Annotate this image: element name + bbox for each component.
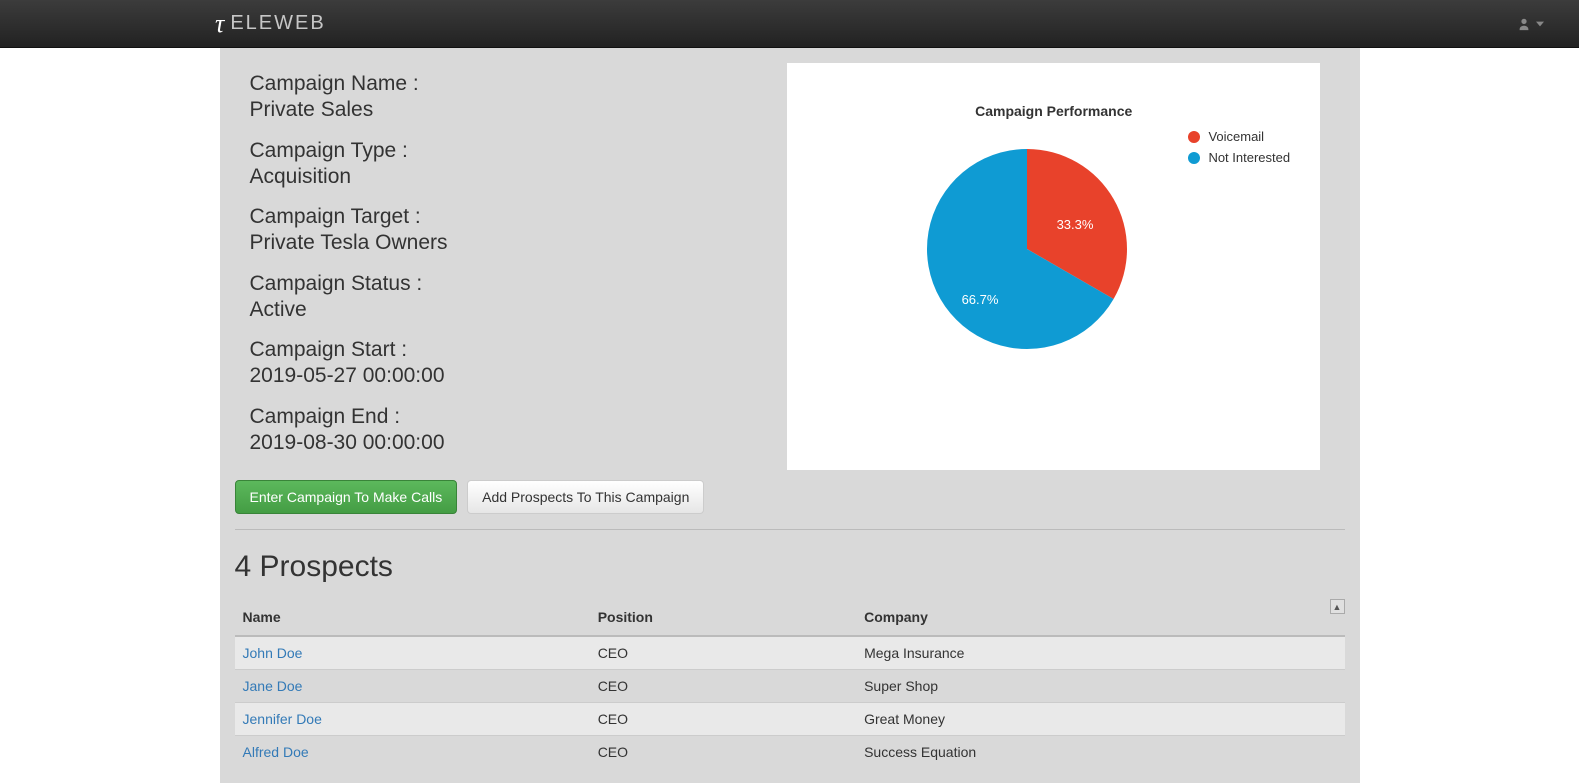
- campaign-start: Campaign Start : 2019-05-27 00:00:00: [250, 337, 753, 390]
- legend-item: Voicemail: [1188, 129, 1290, 144]
- add-prospects-button[interactable]: Add Prospects To This Campaign: [467, 480, 704, 514]
- prospect-company: Super Shop: [856, 670, 1344, 703]
- top-row: Campaign Name : Private Sales Campaign T…: [235, 63, 1345, 470]
- legend-label: Not Interested: [1208, 150, 1290, 165]
- campaign-type: Campaign Type : Acquisition: [250, 138, 753, 191]
- user-icon: [1517, 17, 1531, 31]
- campaign-status-value: Active: [250, 297, 753, 323]
- legend-swatch-icon: [1188, 131, 1200, 143]
- brand-text: ELEWEB: [230, 12, 325, 35]
- prospect-link[interactable]: John Doe: [243, 645, 303, 661]
- col-header-name: Name: [235, 599, 590, 636]
- user-menu[interactable]: [1517, 17, 1544, 31]
- prospects-table: Name Position Company John DoeCEOMega In…: [235, 599, 1345, 768]
- campaign-name-label: Campaign Name :: [250, 71, 753, 97]
- campaign-target-label: Campaign Target :: [250, 204, 753, 230]
- campaign-start-value: 2019-05-27 00:00:00: [250, 363, 753, 389]
- chart-area: Voicemail Not Interested 33.3% 66.7%: [807, 129, 1300, 429]
- table-row: Jennifer Doe CEOGreat Money: [235, 703, 1345, 736]
- prospect-position: CEO: [590, 670, 856, 703]
- main-container: Campaign Name : Private Sales Campaign T…: [220, 48, 1360, 783]
- campaign-status: Campaign Status : Active: [250, 271, 753, 324]
- table-row: Alfred Doe CEOSuccess Equation: [235, 736, 1345, 769]
- prospect-company: Great Money: [856, 703, 1344, 736]
- table-header-row: Name Position Company: [235, 599, 1345, 636]
- prospect-company: Success Equation: [856, 736, 1344, 769]
- brand-link[interactable]: τ ELEWEB: [215, 9, 326, 39]
- caret-down-icon: [1536, 20, 1544, 28]
- prospect-link[interactable]: Jennifer Doe: [243, 711, 322, 727]
- campaign-end: Campaign End : 2019-08-30 00:00:00: [250, 404, 753, 457]
- legend-label: Voicemail: [1208, 129, 1264, 144]
- campaign-name: Campaign Name : Private Sales: [250, 71, 753, 124]
- campaign-target-value: Private Tesla Owners: [250, 230, 753, 256]
- table-row: John Doe CEOMega Insurance: [235, 636, 1345, 670]
- divider: [235, 529, 1345, 530]
- prospects-table-wrap: ▲ Name Position Company John DoeCEOMega …: [235, 599, 1345, 768]
- campaign-type-label: Campaign Type :: [250, 138, 753, 164]
- campaign-type-value: Acquisition: [250, 164, 753, 190]
- campaign-name-value: Private Sales: [250, 97, 753, 123]
- pie-chart: 33.3% 66.7%: [917, 139, 1137, 362]
- prospect-position: CEO: [590, 703, 856, 736]
- action-row: Enter Campaign To Make Calls Add Prospec…: [235, 480, 1345, 514]
- tau-icon: τ: [215, 9, 226, 39]
- legend-swatch-icon: [1188, 152, 1200, 164]
- col-header-position: Position: [590, 599, 856, 636]
- pie-label-b: 66.7%: [962, 292, 999, 307]
- chart-panel: Campaign Performance Voicemail Not Inter…: [787, 63, 1320, 470]
- navbar: τ ELEWEB: [0, 0, 1579, 48]
- campaign-start-label: Campaign Start :: [250, 337, 753, 363]
- campaign-target: Campaign Target : Private Tesla Owners: [250, 204, 753, 257]
- prospect-link[interactable]: Jane Doe: [243, 678, 303, 694]
- prospect-position: CEO: [590, 636, 856, 670]
- legend-item: Not Interested: [1188, 150, 1290, 165]
- col-header-company: Company: [856, 599, 1344, 636]
- campaign-status-label: Campaign Status :: [250, 271, 753, 297]
- pie-label-a: 33.3%: [1057, 217, 1094, 232]
- campaign-info: Campaign Name : Private Sales Campaign T…: [235, 63, 768, 470]
- prospect-position: CEO: [590, 736, 856, 769]
- prospect-company: Mega Insurance: [856, 636, 1344, 670]
- scroll-up-icon[interactable]: ▲: [1330, 599, 1345, 614]
- chart-title: Campaign Performance: [807, 103, 1300, 119]
- chart-legend: Voicemail Not Interested: [1188, 129, 1290, 171]
- campaign-end-label: Campaign End :: [250, 404, 753, 430]
- prospect-link[interactable]: Alfred Doe: [243, 744, 309, 760]
- table-row: Jane Doe CEOSuper Shop: [235, 670, 1345, 703]
- enter-campaign-button[interactable]: Enter Campaign To Make Calls: [235, 480, 458, 514]
- campaign-end-value: 2019-08-30 00:00:00: [250, 430, 753, 456]
- prospects-title: 4 Prospects: [235, 550, 1345, 584]
